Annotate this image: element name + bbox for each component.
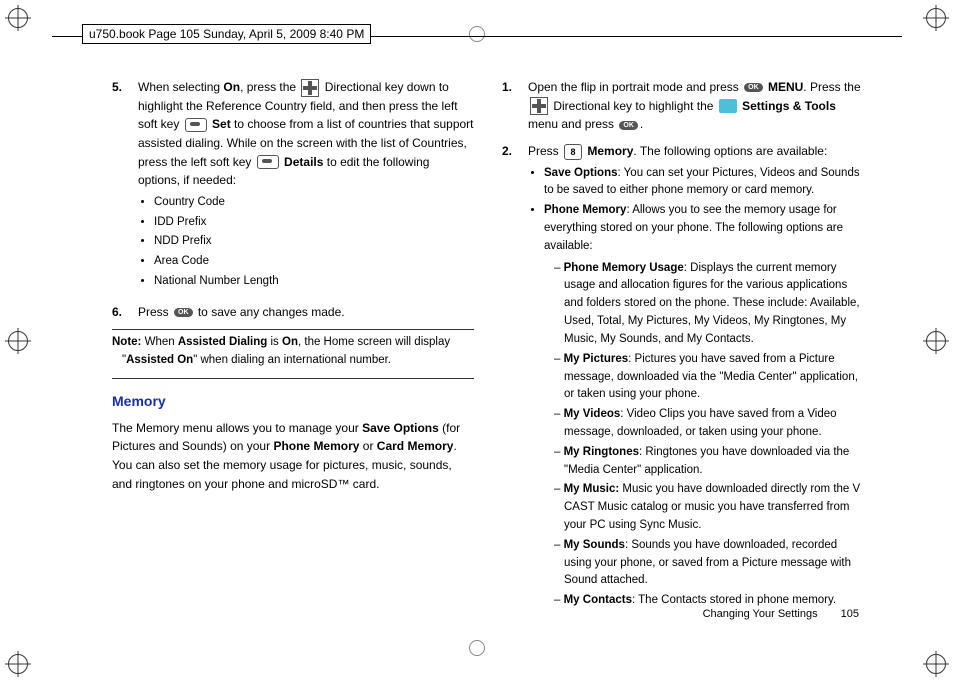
text: : The Contacts stored in phone memory. bbox=[632, 594, 836, 606]
bold: My Music: bbox=[564, 483, 620, 495]
text: Open the flip in portrait mode and press bbox=[528, 80, 742, 94]
step-6: 6. Press OK to save any changes made. bbox=[112, 303, 474, 322]
text: or bbox=[359, 439, 376, 453]
crop-mark-tr bbox=[926, 8, 946, 28]
list-item: My Music: Music you have downloaded dire… bbox=[554, 481, 864, 534]
settings-tools-icon bbox=[719, 99, 737, 113]
text: is bbox=[267, 336, 282, 348]
section-heading-memory: Memory bbox=[112, 391, 474, 413]
step-number: 6. bbox=[112, 303, 138, 322]
ok-key-icon: OK bbox=[744, 83, 763, 92]
list-item-phone-memory: Phone Memory: Allows you to see the memo… bbox=[544, 202, 864, 610]
text: menu and press bbox=[528, 117, 617, 131]
phone-memory-sublist: Phone Memory Usage: Displays the current… bbox=[544, 260, 864, 610]
options-list: Country Code IDD Prefix NDD Prefix Area … bbox=[138, 194, 474, 291]
crop-mark-mr bbox=[926, 331, 946, 351]
step-number: 5. bbox=[112, 78, 138, 295]
list-item: IDD Prefix bbox=[154, 214, 474, 232]
left-softkey-icon bbox=[257, 155, 279, 169]
bold: My Ringtones bbox=[564, 446, 639, 458]
page-footer: Changing Your Settings 105 bbox=[703, 608, 859, 620]
list-item: National Number Length bbox=[154, 273, 474, 291]
key-8-icon: 8 bbox=[564, 144, 582, 160]
crop-mark-br bbox=[926, 654, 946, 674]
step-number: 1. bbox=[502, 78, 528, 134]
bold-on: On bbox=[223, 80, 240, 94]
directional-key-icon bbox=[530, 97, 548, 115]
bold: My Contacts bbox=[564, 594, 632, 606]
list-item: My Ringtones: Ringtones you have downloa… bbox=[554, 444, 864, 480]
ok-key-icon: OK bbox=[619, 121, 638, 130]
note-divider bbox=[112, 378, 474, 379]
text: . Press the bbox=[803, 80, 860, 94]
bold: Phone Memory Usage bbox=[564, 262, 684, 274]
bold-card-memory: Card Memory bbox=[377, 439, 454, 453]
list-item-save-options: Save Options: You can set your Pictures,… bbox=[544, 165, 864, 201]
bold-set: Set bbox=[209, 117, 231, 131]
text: Press bbox=[528, 144, 562, 158]
step-number: 2. bbox=[502, 142, 528, 614]
text: When selecting bbox=[138, 80, 223, 94]
text: , press the bbox=[240, 80, 299, 94]
memory-options-list: Save Options: You can set your Pictures,… bbox=[528, 165, 864, 611]
crop-mark-tl bbox=[8, 8, 28, 28]
bold: My Pictures bbox=[564, 353, 629, 365]
note-label: Note: bbox=[112, 336, 141, 348]
text: The Memory menu allows you to manage you… bbox=[112, 421, 362, 435]
text: to save any changes made. bbox=[195, 305, 345, 319]
left-column: 5. When selecting On, press the Directio… bbox=[112, 78, 474, 622]
right-column: 1. Open the flip in portrait mode and pr… bbox=[502, 78, 864, 622]
ok-key-icon: OK bbox=[174, 308, 193, 317]
text: . bbox=[640, 117, 643, 131]
list-item: My Sounds: Sounds you have downloaded, r… bbox=[554, 537, 864, 590]
text: " when dialing an international number. bbox=[193, 354, 391, 366]
list-item: Phone Memory Usage: Displays the current… bbox=[554, 260, 864, 349]
step-1: 1. Open the flip in portrait mode and pr… bbox=[502, 78, 864, 134]
step-2: 2. Press 8 Memory. The following options… bbox=[502, 142, 864, 614]
content-area: 5. When selecting On, press the Directio… bbox=[112, 78, 864, 622]
bold-save-options: Save Options bbox=[544, 167, 618, 179]
text: Press bbox=[138, 305, 172, 319]
bold-details: Details bbox=[281, 155, 324, 169]
bold-phone-memory: Phone Memory bbox=[273, 439, 359, 453]
binder-hole-top bbox=[469, 26, 485, 42]
bold-phone-memory: Phone Memory bbox=[544, 204, 626, 216]
crop-mark-bl bbox=[8, 654, 28, 674]
list-item: Area Code bbox=[154, 253, 474, 271]
bold-on: On bbox=[282, 336, 298, 348]
page-header: u750.book Page 105 Sunday, April 5, 2009… bbox=[82, 24, 371, 44]
text: Directional key to highlight the bbox=[550, 99, 717, 113]
directional-key-icon bbox=[301, 79, 319, 97]
list-item: NDD Prefix bbox=[154, 233, 474, 251]
page-number: 105 bbox=[841, 608, 859, 620]
left-softkey-icon bbox=[185, 118, 207, 132]
list-item: My Videos: Video Clips you have saved fr… bbox=[554, 406, 864, 442]
binder-hole-bottom bbox=[469, 640, 485, 656]
bold-assisted-on: Assisted On bbox=[126, 354, 193, 366]
text: : Displays the current memory usage and … bbox=[564, 262, 860, 345]
bold-memory: Memory bbox=[584, 144, 633, 158]
bold-save-options: Save Options bbox=[362, 421, 439, 435]
bold-settings-tools: Settings & Tools bbox=[739, 99, 836, 113]
bold: My Videos bbox=[564, 408, 621, 420]
step-5: 5. When selecting On, press the Directio… bbox=[112, 78, 474, 295]
list-item: Country Code bbox=[154, 194, 474, 212]
text: When bbox=[141, 336, 177, 348]
text: . The following options are available: bbox=[633, 144, 827, 158]
footer-section: Changing Your Settings bbox=[703, 608, 818, 620]
memory-paragraph: The Memory menu allows you to manage you… bbox=[112, 419, 474, 493]
bold-menu: MENU bbox=[765, 80, 804, 94]
list-item: My Pictures: Pictures you have saved fro… bbox=[554, 351, 864, 404]
crop-mark-ml bbox=[8, 331, 28, 351]
bold-assisted-dialing: Assisted Dialing bbox=[178, 336, 267, 348]
note-divider bbox=[112, 329, 474, 330]
note: Note: When Assisted Dialing is On, the H… bbox=[112, 334, 474, 370]
bold: My Sounds bbox=[564, 539, 625, 551]
